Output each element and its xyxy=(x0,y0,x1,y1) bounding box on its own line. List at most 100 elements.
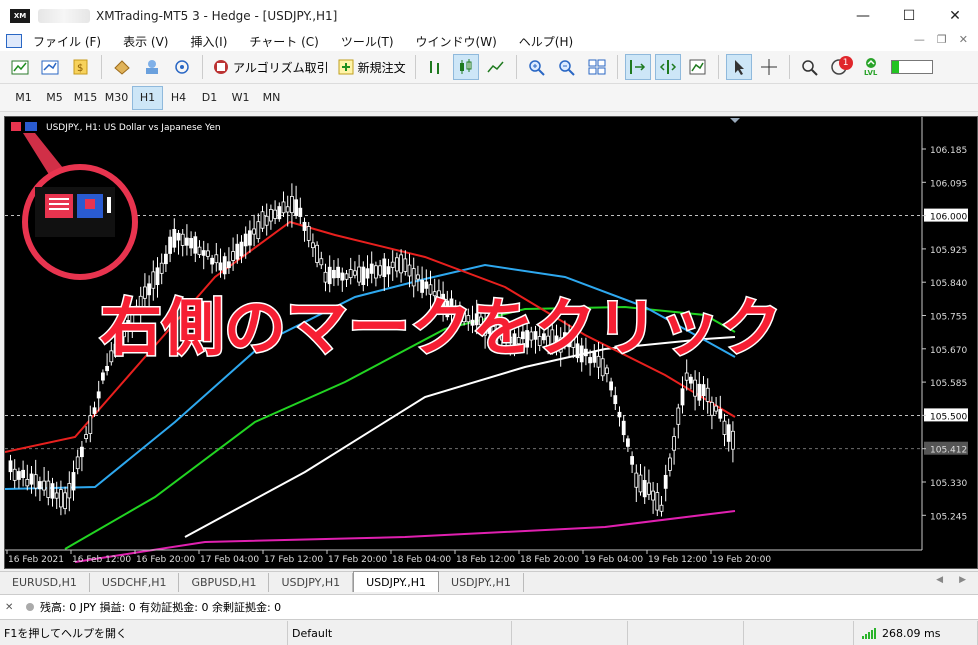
window-menu-icon[interactable] xyxy=(6,34,22,48)
candle-body xyxy=(268,209,273,222)
mdi-minimize-icon[interactable]: — xyxy=(914,33,925,46)
mdi-close-icon[interactable]: ✕ xyxy=(959,33,968,46)
candle-body xyxy=(352,270,357,276)
menu-tools[interactable]: ツール(T) xyxy=(330,33,405,50)
chart-icon-right[interactable] xyxy=(25,122,37,131)
line-chart-icon[interactable] xyxy=(483,54,509,80)
notifications-icon[interactable]: 1 xyxy=(827,54,853,80)
algo-trading-button[interactable]: アルゴリズム取引 xyxy=(208,54,333,80)
candle-body xyxy=(252,228,257,235)
template-icon[interactable] xyxy=(685,54,711,80)
candle-body xyxy=(617,411,622,418)
chart-shift-icon[interactable] xyxy=(654,54,681,80)
chart-icon-left[interactable] xyxy=(11,122,21,131)
svg-text:$: $ xyxy=(77,63,83,74)
status-empty-2 xyxy=(628,621,744,645)
zoom-out-icon[interactable] xyxy=(554,54,580,80)
price-label: 105.670 xyxy=(930,346,967,356)
time-label: 18 Feb 20:00 xyxy=(520,555,579,565)
menu-chart[interactable]: チャート (C) xyxy=(238,33,329,50)
candle-body xyxy=(218,262,223,271)
price-label: 105.755 xyxy=(930,313,967,323)
notification-badge: 1 xyxy=(838,56,853,70)
candle-body xyxy=(684,372,689,381)
chart-shift-marker[interactable] xyxy=(730,118,740,123)
candle-body xyxy=(214,254,219,264)
candle-body xyxy=(184,237,189,246)
timeframe-h4[interactable]: H4 xyxy=(163,86,194,110)
close-button[interactable]: ✕ xyxy=(932,0,978,31)
menu-window[interactable]: ウインドウ(W) xyxy=(405,33,508,50)
candle-body xyxy=(638,474,643,493)
status-connection[interactable]: 268.09 ms xyxy=(854,621,978,645)
candle-body xyxy=(75,456,80,470)
candle-body xyxy=(647,482,651,495)
time-label: 19 Feb 12:00 xyxy=(648,555,707,565)
menu-insert[interactable]: 挿入(I) xyxy=(179,33,238,50)
timeframe-m15[interactable]: M15 xyxy=(70,86,101,110)
price-label: 105.585 xyxy=(930,379,967,389)
candle-body xyxy=(411,268,416,287)
candle-body xyxy=(319,258,324,266)
chart-header: USDJPY., H1: US Dollar vs Japanese Yen xyxy=(46,123,221,133)
candle-body xyxy=(609,381,613,391)
candlestick-icon[interactable] xyxy=(452,54,479,80)
candle-body xyxy=(424,281,429,289)
timeframe-mn[interactable]: MN xyxy=(256,86,287,110)
toolbar-separator xyxy=(202,55,203,79)
candle-body xyxy=(88,415,93,434)
toolbar-separator xyxy=(717,55,719,79)
timeframe-h1[interactable]: H1 xyxy=(132,85,163,110)
tab-eurusd[interactable]: EURUSD,H1 xyxy=(0,573,90,592)
maximize-button[interactable]: ☐ xyxy=(886,0,932,31)
tab-right-icon[interactable]: ▶ xyxy=(959,575,966,585)
cursor-icon[interactable] xyxy=(725,54,752,80)
zoom-in-icon[interactable] xyxy=(524,54,550,80)
minimize-button[interactable]: — xyxy=(840,0,886,31)
timeframe-m30[interactable]: M30 xyxy=(101,86,132,110)
price-label: 106.185 xyxy=(930,146,967,156)
navigator-icon[interactable] xyxy=(139,54,165,80)
mdi-restore-icon[interactable]: ❐ xyxy=(937,33,947,46)
timeframe-d1[interactable]: D1 xyxy=(194,86,225,110)
tab-usdjpy-dot[interactable]: USDJPY.,H1 xyxy=(439,573,524,592)
profiles-icon[interactable] xyxy=(38,54,64,80)
candle-body xyxy=(731,430,735,450)
timeframe-m5[interactable]: M5 xyxy=(39,86,70,110)
terminal-close-icon[interactable]: ✕ xyxy=(5,602,13,613)
tab-usdjpy-dot-active[interactable]: USDJPY.,H1 xyxy=(353,571,440,592)
bar-chart-icon[interactable] xyxy=(423,54,449,80)
timeframe-w1[interactable]: W1 xyxy=(225,86,256,110)
tab-usdchf[interactable]: USDCHF,H1 xyxy=(90,573,180,592)
new-order-button[interactable]: 新規注文 xyxy=(333,54,410,80)
candle-body xyxy=(378,265,383,276)
price-chart[interactable]: 106.185 106.095 106.000 105.925 105.840 105.7… xyxy=(5,117,977,568)
menu-file[interactable]: ファイル (F) xyxy=(22,33,112,50)
candle-body xyxy=(394,257,399,272)
candle-body xyxy=(226,261,231,269)
menu-help[interactable]: ヘルプ(H) xyxy=(508,33,584,50)
candle-body xyxy=(247,230,252,246)
toolbar-separator xyxy=(414,55,416,79)
time-label: 17 Feb 12:00 xyxy=(264,555,323,565)
tab-gbpusd[interactable]: GBPUSD,H1 xyxy=(179,573,270,592)
candle-body xyxy=(655,492,660,511)
new-chart-icon[interactable] xyxy=(8,54,34,80)
candle-body xyxy=(705,387,710,402)
search-icon[interactable] xyxy=(797,54,823,80)
timeframe-m1[interactable]: M1 xyxy=(8,86,39,110)
status-bar: F1を押してヘルプを開く Default 268.09 ms xyxy=(0,621,978,645)
auto-scroll-icon[interactable] xyxy=(624,54,651,80)
candle-body xyxy=(168,236,173,254)
market-watch-icon[interactable]: $ xyxy=(68,54,94,80)
zoom-callout xyxy=(22,133,138,280)
lvl-icon[interactable]: LVL xyxy=(857,54,885,80)
chart-window[interactable]: 106.185 106.095 106.000 105.925 105.840 105.7… xyxy=(4,116,978,569)
data-window-icon[interactable] xyxy=(109,54,135,80)
signals-icon[interactable] xyxy=(169,54,195,80)
menu-view[interactable]: 表示 (V) xyxy=(112,33,179,50)
tile-windows-icon[interactable] xyxy=(584,54,610,80)
crosshair-icon[interactable] xyxy=(756,54,782,80)
tab-usdjpy[interactable]: USDJPY,H1 xyxy=(269,573,354,592)
tab-left-icon[interactable]: ◀ xyxy=(936,575,943,585)
